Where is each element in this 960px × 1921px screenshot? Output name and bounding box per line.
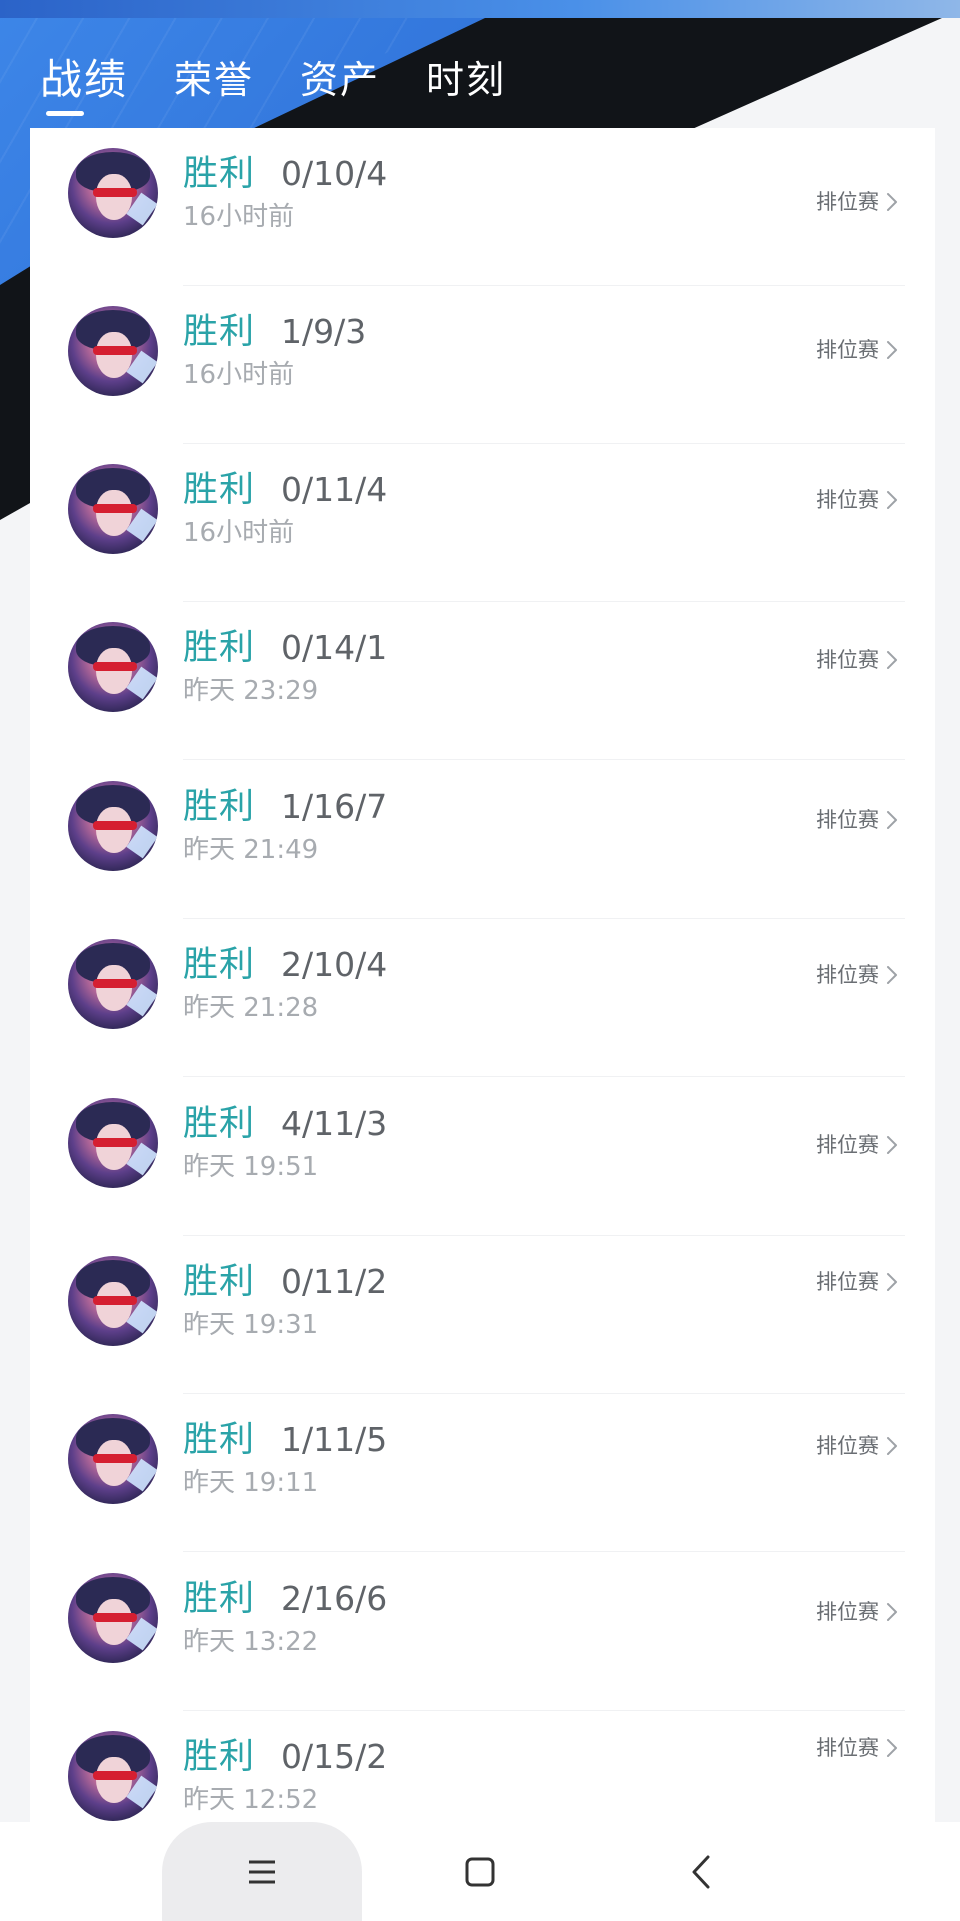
match-mode: 排位赛 — [816, 648, 879, 672]
match-row[interactable]: 胜利 0/15/2 昨天 12:52 排位赛 — [30, 1711, 935, 1828]
match-row[interactable]: 胜利 1/11/5 昨天 19:11 排位赛 — [30, 1394, 935, 1552]
hero-avatar — [68, 1573, 158, 1663]
chevron-right-icon — [887, 1739, 897, 1757]
match-row[interactable]: 胜利 0/11/4 16小时前 排位赛 — [30, 444, 935, 602]
chevron-right-icon — [887, 491, 897, 509]
match-mode: 排位赛 — [816, 1434, 879, 1458]
match-kda: 0/11/4 — [281, 470, 388, 509]
back-icon[interactable] — [672, 1842, 732, 1902]
match-kda: 1/16/7 — [281, 787, 388, 826]
hero-avatar — [68, 622, 158, 712]
match-row[interactable]: 胜利 1/16/7 昨天 21:49 排位赛 — [30, 761, 935, 919]
match-mode: 排位赛 — [816, 808, 879, 832]
match-row[interactable]: 胜利 2/16/6 昨天 13:22 排位赛 — [30, 1553, 935, 1711]
hero-avatar — [68, 148, 158, 238]
tab-record-label: 战绩 — [40, 55, 129, 104]
match-kda: 0/15/2 — [281, 1737, 388, 1776]
chevron-right-icon — [887, 193, 897, 211]
match-result: 胜利 — [183, 1420, 256, 1460]
hero-avatar — [68, 1098, 158, 1188]
match-time: 16小时前 — [183, 202, 295, 232]
row-divider — [183, 1551, 905, 1552]
match-row[interactable]: 胜利 4/11/3 昨天 19:51 排位赛 — [30, 1078, 935, 1236]
tab-honor-label: 荣誉 — [174, 58, 255, 102]
tab-honor[interactable]: 荣誉 — [174, 52, 254, 108]
match-result: 胜利 — [183, 154, 256, 194]
match-result: 胜利 — [183, 1579, 256, 1619]
match-mode: 排位赛 — [816, 963, 879, 987]
hero-avatar — [68, 939, 158, 1029]
hero-avatar — [68, 464, 158, 554]
chevron-right-icon — [887, 1136, 897, 1154]
tab-assets[interactable]: 资产 — [300, 52, 380, 108]
match-row[interactable]: 胜利 2/10/4 昨天 21:28 排位赛 — [30, 919, 935, 1077]
match-time: 昨天 13:22 — [183, 1627, 319, 1657]
tab-assets-label: 资产 — [300, 58, 381, 102]
chevron-right-icon — [887, 1273, 897, 1291]
match-kda: 4/11/3 — [281, 1104, 388, 1143]
match-kda: 1/11/5 — [281, 1420, 388, 1459]
hero-avatar — [68, 1256, 158, 1346]
match-time: 昨天 23:29 — [183, 676, 319, 706]
active-tab-indicator — [46, 111, 84, 116]
match-kda: 0/11/2 — [281, 1262, 388, 1301]
tab-moments[interactable]: 时刻 — [426, 52, 506, 108]
match-mode: 排位赛 — [816, 1270, 879, 1294]
match-result: 胜利 — [183, 470, 256, 510]
match-result: 胜利 — [183, 1737, 256, 1777]
match-result: 胜利 — [183, 787, 256, 827]
hero-avatar — [68, 1731, 158, 1821]
match-time: 16小时前 — [183, 518, 295, 548]
match-mode: 排位赛 — [816, 338, 879, 362]
match-time: 昨天 19:31 — [183, 1310, 319, 1340]
match-time: 昨天 19:51 — [183, 1152, 319, 1182]
tab-bar: 战绩 荣誉 资产 时刻 — [40, 52, 506, 116]
match-kda: 1/9/3 — [281, 312, 367, 351]
row-divider — [183, 1076, 905, 1077]
header-top-strip — [0, 0, 960, 18]
match-row[interactable]: 胜利 0/14/1 昨天 23:29 排位赛 — [30, 602, 935, 760]
chevron-right-icon — [887, 811, 897, 829]
chevron-right-icon — [887, 651, 897, 669]
match-mode: 排位赛 — [816, 1133, 879, 1157]
hero-avatar — [68, 306, 158, 396]
hero-avatar — [68, 781, 158, 871]
match-row[interactable]: 胜利 1/9/3 16小时前 排位赛 — [30, 286, 935, 444]
match-kda: 0/14/1 — [281, 628, 388, 667]
match-result: 胜利 — [183, 1262, 256, 1302]
tab-record[interactable]: 战绩 — [40, 52, 129, 116]
row-divider — [183, 759, 905, 760]
hero-avatar — [68, 1414, 158, 1504]
match-kda: 2/16/6 — [281, 1579, 388, 1618]
match-time: 昨天 21:28 — [183, 993, 319, 1023]
match-kda: 0/10/4 — [281, 154, 388, 193]
menu-icon[interactable] — [232, 1842, 292, 1902]
match-mode: 排位赛 — [816, 1600, 879, 1624]
chevron-right-icon — [887, 1603, 897, 1621]
match-time: 昨天 19:11 — [183, 1468, 319, 1498]
match-mode: 排位赛 — [816, 1736, 879, 1760]
chevron-right-icon — [887, 341, 897, 359]
match-row[interactable]: 胜利 0/10/4 16小时前 排位赛 — [30, 128, 935, 286]
match-mode: 排位赛 — [816, 190, 879, 214]
match-time: 16小时前 — [183, 360, 295, 390]
chevron-right-icon — [887, 1437, 897, 1455]
match-row[interactable]: 胜利 0/11/2 昨天 19:31 排位赛 — [30, 1236, 935, 1394]
match-result: 胜利 — [183, 628, 256, 668]
match-result: 胜利 — [183, 945, 256, 985]
tab-moments-label: 时刻 — [426, 58, 507, 102]
match-result: 胜利 — [183, 312, 256, 352]
chevron-right-icon — [887, 966, 897, 984]
match-result: 胜利 — [183, 1104, 256, 1144]
home-square-icon[interactable] — [450, 1842, 510, 1902]
system-nav-bar — [0, 1822, 960, 1921]
match-mode: 排位赛 — [816, 488, 879, 512]
match-history-list: 胜利 0/10/4 16小时前 排位赛 胜利 1/9/3 16小时前 排位赛 胜利 0/11/4 1… — [30, 128, 935, 1828]
match-time: 昨天 21:49 — [183, 835, 319, 865]
match-kda: 2/10/4 — [281, 945, 388, 984]
match-time: 昨天 12:52 — [183, 1785, 319, 1815]
